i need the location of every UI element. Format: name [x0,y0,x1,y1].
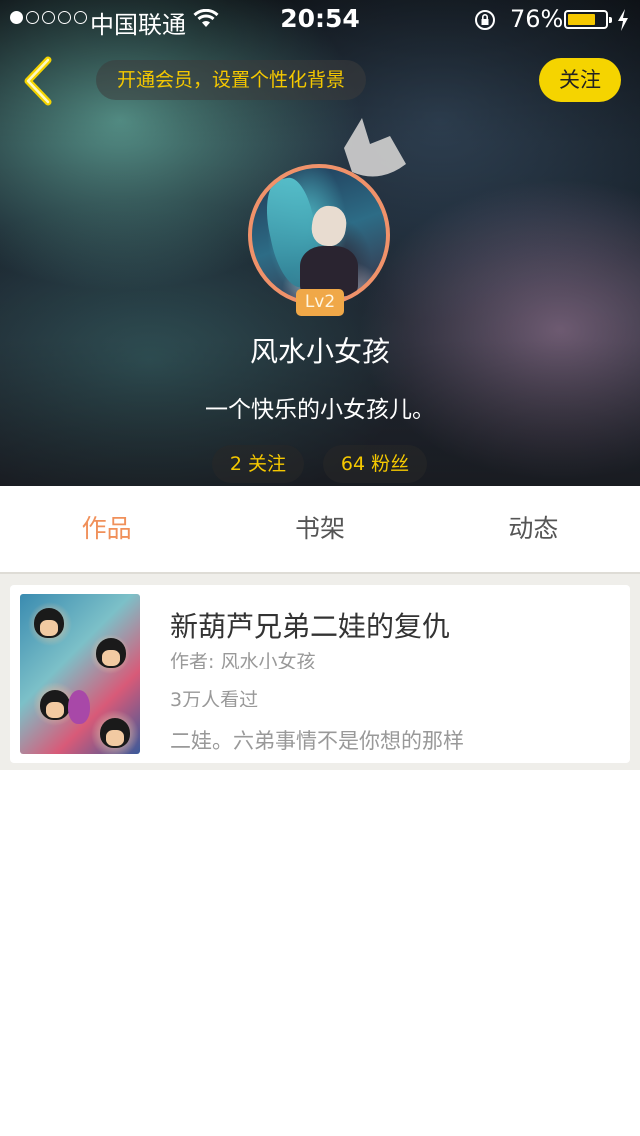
vip-background-banner[interactable]: 开通会员，设置个性化背景 [96,60,366,100]
list-item[interactable]: 新葫芦兄弟二娃的复仇 作者: 风水小女孩 3万人看过 二娃。六弟事情不是你想的那… [10,585,630,763]
avatar[interactable] [248,164,390,306]
status-bar: 中国联通 20:54 76% [0,0,640,40]
tab-bookshelf[interactable]: 书架 [213,486,426,572]
book-author: 作者: 风水小女孩 [170,651,316,669]
user-bio: 一个快乐的小女孩儿。 [205,397,435,423]
back-button[interactable] [18,54,62,108]
rotation-lock-icon [475,10,495,30]
works-list: 新葫芦兄弟二娃的复仇 作者: 风水小女孩 3万人看过 二娃。六弟事情不是你想的那… [0,574,640,770]
tab-works[interactable]: 作品 [0,486,213,572]
following-count[interactable]: 2 关注 [212,445,304,483]
chevron-left-icon [24,56,52,106]
crown-icon [344,118,406,177]
charging-bolt-icon [618,9,628,31]
battery-percent: 76% [510,5,564,33]
book-cover-image [20,594,140,754]
book-title: 新葫芦兄弟二娃的复仇 [170,610,451,643]
username: 风水小女孩 [249,335,390,368]
book-description: 二娃。六弟事情不是你想的那样 [170,729,464,753]
tab-activity[interactable]: 动态 [427,486,640,572]
book-views: 3万人看过 [170,689,259,707]
level-badge: Lv2 [296,289,344,316]
follow-button[interactable]: 关注 [539,58,621,102]
profile-header: 中国联通 20:54 76% 开通会员，设置个性化背景 关注 Lv2 风水小女孩… [0,0,640,486]
fans-count[interactable]: 64 粉丝 [323,445,427,483]
battery-icon [564,10,612,29]
profile-tabs: 作品 书架 动态 [0,486,640,574]
